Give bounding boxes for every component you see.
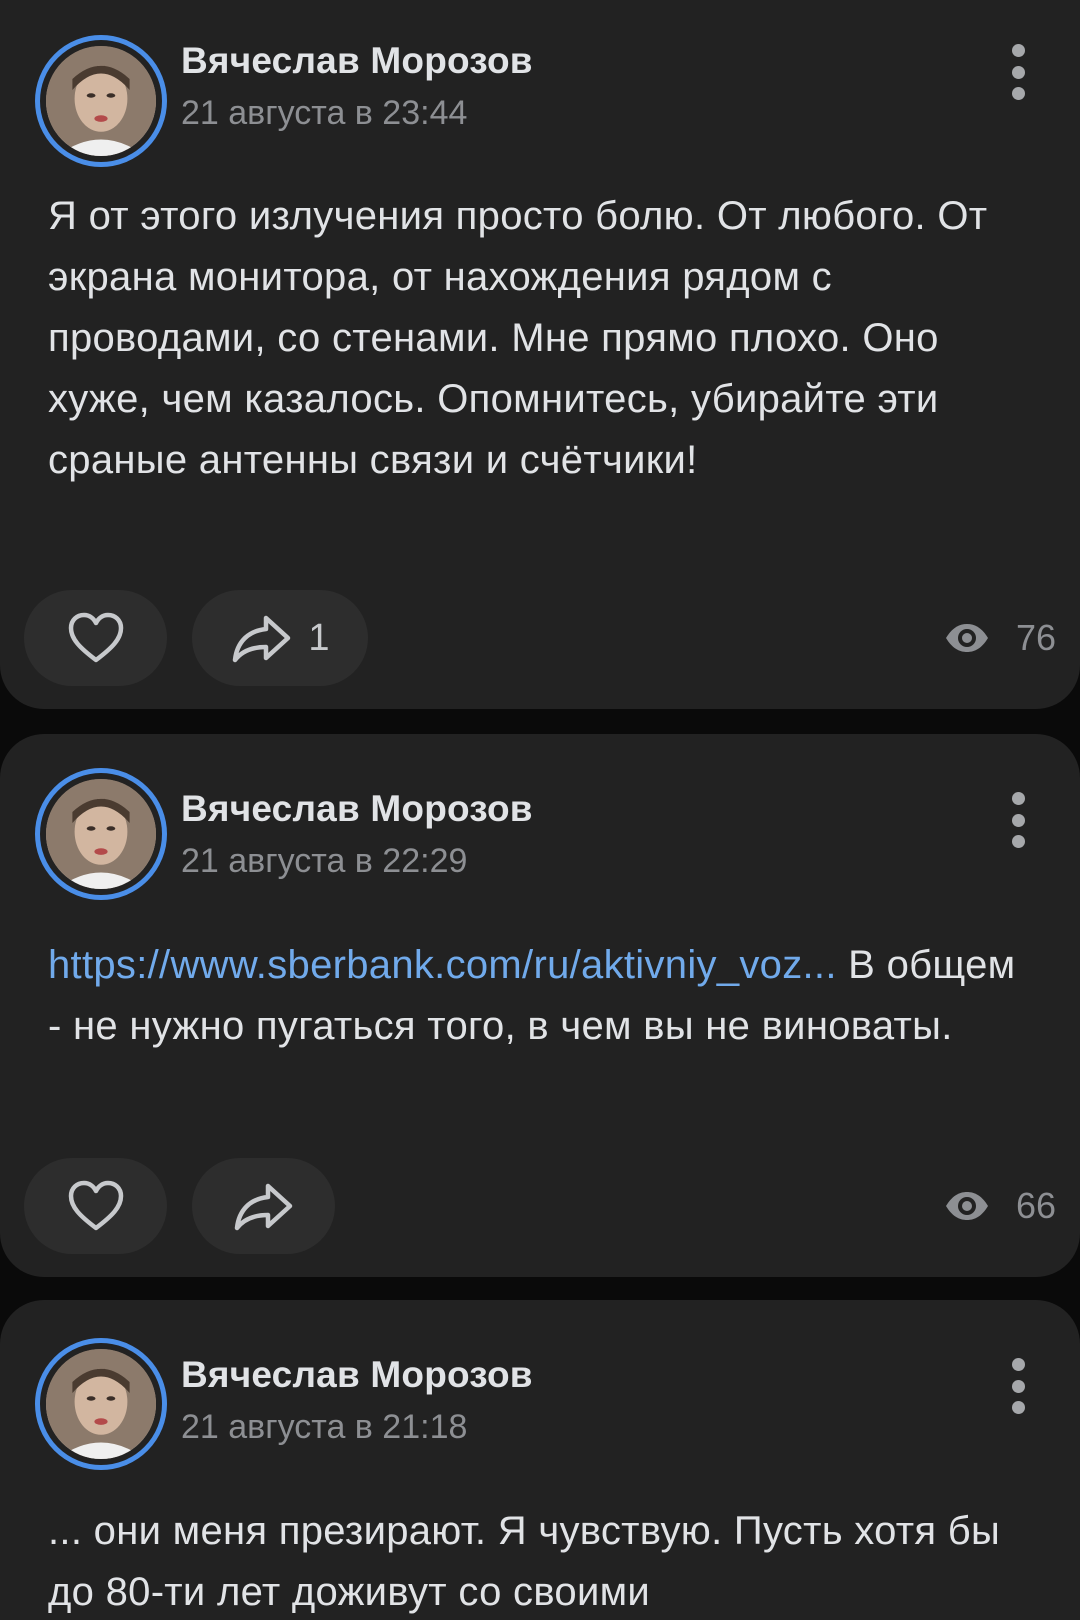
like-button[interactable] — [24, 590, 167, 686]
avatar[interactable] — [35, 35, 167, 167]
post-card: Вячеслав Морозов 21 августа в 23:44 Я от… — [0, 0, 1080, 709]
eye-icon — [945, 1192, 988, 1220]
author-name[interactable]: Вячеслав Морозов — [181, 1354, 533, 1396]
more-vertical-icon[interactable] — [1004, 1358, 1032, 1414]
post-header: Вячеслав Морозов 21 августа в 21:18 — [0, 1300, 1080, 1470]
views-count: 66 — [1015, 1185, 1056, 1226]
post-body: ... они меня презирают. Я чувствую. Пуст… — [48, 1509, 1001, 1614]
share-button[interactable] — [192, 1158, 335, 1254]
like-button[interactable] — [24, 1158, 167, 1254]
post-text: https://www.sberbank.com/ru/aktivniy_voz… — [48, 935, 1020, 1057]
avatar[interactable] — [35, 768, 167, 900]
avatar-photo — [46, 1349, 156, 1459]
more-vertical-icon[interactable] — [1004, 44, 1032, 100]
more-vertical-icon[interactable] — [1004, 792, 1032, 848]
post-link[interactable]: https://www.sberbank.com/ru/aktivniy_voz… — [48, 943, 837, 987]
share-arrow-icon — [234, 1183, 292, 1231]
views-counter: 76 — [944, 590, 1056, 686]
share-count: 1 — [308, 616, 330, 659]
author-name[interactable]: Вячеслав Морозов — [181, 40, 533, 82]
post-time[interactable]: 21 августа в 22:29 — [181, 842, 467, 881]
post-text: Я от этого излучения просто болю. От люб… — [48, 186, 1020, 491]
post-time[interactable]: 21 августа в 23:44 — [181, 94, 467, 133]
eye-icon — [945, 624, 988, 652]
post-card: Вячеслав Морозов 21 августа в 22:29 http… — [0, 734, 1080, 1277]
share-button[interactable]: 1 — [192, 590, 368, 686]
post-actions: 1 76 — [24, 590, 1056, 686]
avatar-photo — [46, 779, 156, 889]
views-counter: 66 — [944, 1158, 1056, 1254]
post-text: ... они меня презирают. Я чувствую. Пуст… — [48, 1501, 1020, 1620]
heart-icon — [68, 1180, 123, 1231]
post-body: Я от этого излучения просто болю. От люб… — [48, 194, 988, 482]
avatar-photo — [46, 46, 156, 156]
post-header: Вячеслав Морозов 21 августа в 23:44 — [0, 0, 1080, 167]
post-header: Вячеслав Морозов 21 августа в 22:29 — [0, 734, 1080, 900]
feed: Вячеслав Морозов 21 августа в 23:44 Я от… — [0, 0, 1080, 1620]
author-name[interactable]: Вячеслав Морозов — [181, 788, 533, 830]
heart-icon — [68, 612, 123, 663]
views-count: 76 — [1015, 617, 1056, 658]
avatar[interactable] — [35, 1338, 167, 1470]
post-time[interactable]: 21 августа в 21:18 — [181, 1408, 467, 1447]
post-card: Вячеслав Морозов 21 августа в 21:18 ... … — [0, 1300, 1080, 1620]
post-actions: 66 — [24, 1158, 1056, 1254]
share-arrow-icon — [233, 615, 291, 663]
